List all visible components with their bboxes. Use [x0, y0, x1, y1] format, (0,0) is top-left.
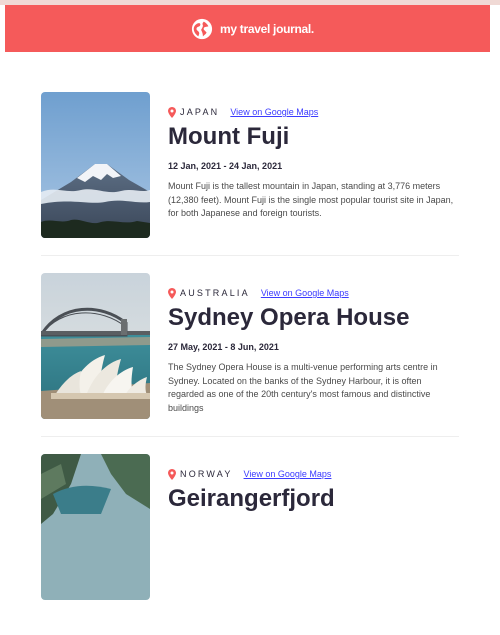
globe-icon: [191, 18, 213, 39]
country-label: JAPAN: [180, 107, 220, 117]
mount-fuji-photo: [41, 92, 150, 238]
geirangerfjord-photo: [41, 454, 150, 600]
entry-description: The Sydney Opera House is a multi-venue …: [168, 362, 438, 413]
journal-entry: JAPAN View on Google Maps Mount Fuji 12 …: [0, 92, 500, 273]
journal-entry: AUSTRALIA View on Google Maps Sydney Ope…: [0, 273, 500, 454]
location-line: NORWAY View on Google Maps: [168, 467, 463, 481]
location-pin-icon: [168, 468, 176, 480]
entry-divider: [41, 255, 459, 256]
brand-name: my travel journal.: [220, 21, 314, 36]
entry-title: Geirangerfjord: [168, 485, 335, 512]
country-label: AUSTRALIA: [180, 288, 250, 298]
journal-list: JAPAN View on Google Maps Mount Fuji 12 …: [0, 92, 500, 635]
entry-description: Mount Fuji is the tallest mountain in Ja…: [168, 181, 454, 218]
entry-title: Sydney Opera House: [168, 304, 410, 331]
journal-entry: NORWAY View on Google Maps Geirangerfjor…: [0, 454, 500, 635]
sydney-opera-house-photo: [41, 273, 150, 419]
entry-content: AUSTRALIA View on Google Maps Sydney Ope…: [168, 286, 463, 415]
entry-content: JAPAN View on Google Maps Mount Fuji 12 …: [168, 105, 463, 221]
google-maps-link[interactable]: View on Google Maps: [230, 107, 318, 117]
location-line: AUSTRALIA View on Google Maps: [168, 286, 463, 300]
app-header: my travel journal.: [5, 5, 490, 52]
location-pin-icon: [168, 287, 176, 299]
country-label: NORWAY: [180, 469, 233, 479]
entry-dates: 27 May, 2021 - 8 Jun, 2021: [168, 342, 279, 352]
entry-dates: 12 Jan, 2021 - 24 Jan, 2021: [168, 161, 283, 171]
location-line: JAPAN View on Google Maps: [168, 105, 463, 119]
entry-content: NORWAY View on Google Maps Geirangerfjor…: [168, 467, 463, 514]
entry-divider: [41, 436, 459, 437]
google-maps-link[interactable]: View on Google Maps: [244, 469, 332, 479]
google-maps-link[interactable]: View on Google Maps: [261, 288, 349, 298]
location-pin-icon: [168, 106, 176, 118]
entry-title: Mount Fuji: [168, 123, 290, 150]
logo[interactable]: my travel journal.: [191, 18, 314, 40]
